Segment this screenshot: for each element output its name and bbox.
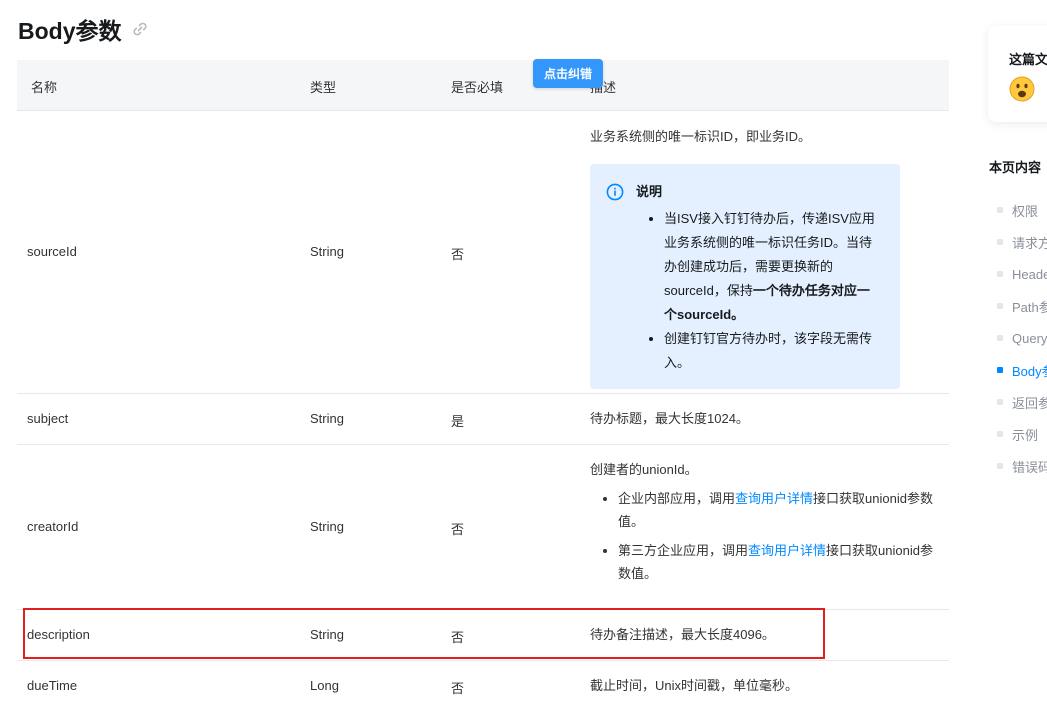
param-type: String	[310, 411, 344, 426]
toc-item-label: 权限	[1012, 203, 1039, 219]
feedback-card-title: 这篇文	[1009, 52, 1047, 67]
user-detail-link[interactable]: 查询用户详情	[748, 543, 826, 558]
toc-bullet	[997, 207, 1003, 213]
toc-item[interactable]: Path参	[997, 290, 1047, 322]
header-description: 描述	[590, 80, 617, 95]
header-name: 名称	[31, 80, 58, 95]
param-type: String	[310, 627, 344, 642]
info-icon	[606, 183, 624, 200]
param-description: 创建者的unionId。 企业内部应用，调用查询用户详情接口获取unionid参…	[590, 458, 935, 591]
param-name: sourceId	[27, 244, 77, 259]
description-text: 业务系统侧的唯一标识ID，即业务ID。	[590, 129, 812, 144]
header-type: 类型	[310, 80, 337, 95]
param-description: 待办备注描述，最大长度4096。	[590, 627, 775, 642]
note-item: 创建钉钉官方待办时，该字段无需传入。	[664, 327, 882, 375]
toc-item-label: Query	[1012, 330, 1047, 346]
anchor-link-icon[interactable]	[130, 19, 150, 39]
toc-bullet	[997, 271, 1003, 277]
toc-bullet	[997, 431, 1003, 437]
note-item-text: 创建钉钉官方待办时，该字段无需传入。	[664, 331, 873, 370]
table-row: sourceId String 否 业务系统侧的唯一标识ID，即业务ID。 说明…	[17, 111, 949, 394]
list-item: 企业内部应用，调用查询用户详情接口获取unionid参数值。	[618, 487, 935, 533]
list-item: 第三方企业应用，调用查询用户详情接口获取unionid参数值。	[618, 539, 935, 585]
toc-item-label: 错误码	[1012, 459, 1047, 475]
param-type: String	[310, 244, 344, 259]
toc-item[interactable]: 权限	[997, 194, 1047, 226]
toc-item[interactable]: 请求方	[997, 226, 1047, 258]
sad-face-emoji-icon[interactable]	[1009, 76, 1035, 105]
table-row: description String 否 待办备注描述，最大长度4096。	[17, 610, 949, 661]
toc-title: 本页内容	[989, 160, 1042, 175]
param-name: subject	[27, 411, 69, 426]
list-item-text: 第三方企业应用，调用	[618, 543, 749, 558]
param-required: 否	[451, 522, 465, 537]
description-list: 企业内部应用，调用查询用户详情接口获取unionid参数值。 第三方企业应用，调…	[590, 487, 935, 585]
param-required: 否	[451, 630, 465, 645]
toc-bullet	[997, 463, 1003, 469]
table-row: subject String 是 待办标题，最大长度1024。	[17, 394, 949, 445]
table-of-contents: 权限 请求方 Heade Path参 Query Body参 返回参 示例 错误…	[997, 194, 1047, 482]
note-header: 说明	[606, 180, 882, 203]
toc-item-label: 请求方	[1012, 235, 1047, 251]
list-item-text: 企业内部应用，调用	[618, 491, 736, 506]
feedback-card: 这篇文	[988, 26, 1047, 122]
toc-bullet	[997, 239, 1003, 245]
section-title: Body参数	[18, 18, 122, 44]
param-type: String	[310, 519, 344, 534]
table-row: creatorId String 否 创建者的unionId。 企业内部应用，调…	[17, 445, 949, 610]
param-type: Long	[310, 678, 339, 693]
param-name: creatorId	[27, 519, 79, 534]
toc-item[interactable]: Heade	[997, 258, 1047, 290]
param-required: 否	[451, 681, 465, 696]
section-heading: Body参数	[18, 12, 150, 46]
param-description: 业务系统侧的唯一标识ID，即业务ID。 说明 当ISV接入钉钉待办后，传递ISV…	[590, 125, 935, 389]
toc-bullet	[997, 303, 1003, 309]
toc-item[interactable]: Body参	[997, 354, 1047, 386]
param-name: dueTime	[27, 678, 78, 693]
toc-item[interactable]: 示例	[997, 418, 1047, 450]
param-description: 待办标题，最大长度1024。	[590, 411, 749, 426]
toc-item-label: Path参	[1012, 299, 1047, 315]
toc-item[interactable]: 错误码	[997, 450, 1047, 482]
param-name: description	[27, 627, 90, 642]
header-required: 是否必填	[451, 80, 504, 95]
note-item: 当ISV接入钉钉待办后，传递ISV应用业务系统侧的唯一标识任务ID。当待办创建成…	[664, 207, 882, 327]
toc-bullet	[997, 335, 1003, 341]
note-box: 说明 当ISV接入钉钉待办后，传递ISV应用业务系统侧的唯一标识任务ID。当待办…	[590, 164, 900, 389]
param-description: 截止时间，Unix时间戳，单位毫秒。	[590, 678, 799, 693]
table-header: 名称 类型 是否必填 描述	[17, 60, 949, 111]
user-detail-link[interactable]: 查询用户详情	[735, 491, 813, 506]
toc-bullet	[997, 367, 1003, 373]
toc-bullet	[997, 399, 1003, 405]
param-required: 是	[451, 414, 465, 429]
body-params-table: 名称 类型 是否必填 描述 sourceId String 否 业务系统侧的唯一…	[17, 60, 949, 711]
toc-item[interactable]: Query	[997, 322, 1047, 354]
param-required: 否	[451, 247, 465, 262]
note-title: 说明	[636, 184, 663, 199]
report-error-button[interactable]: 点击纠错	[533, 59, 603, 88]
toc-item-label: Body参	[1012, 363, 1047, 379]
toc-item-label: 返回参	[1012, 395, 1047, 411]
description-text: 创建者的unionId。	[590, 462, 698, 477]
toc-item-label: Heade	[1012, 266, 1047, 282]
note-list: 当ISV接入钉钉待办后，传递ISV应用业务系统侧的唯一标识任务ID。当待办创建成…	[606, 207, 882, 375]
table-row: dueTime Long 否 截止时间，Unix时间戳，单位毫秒。	[17, 661, 949, 711]
toc-item[interactable]: 返回参	[997, 386, 1047, 418]
toc-item-label: 示例	[1012, 427, 1039, 443]
